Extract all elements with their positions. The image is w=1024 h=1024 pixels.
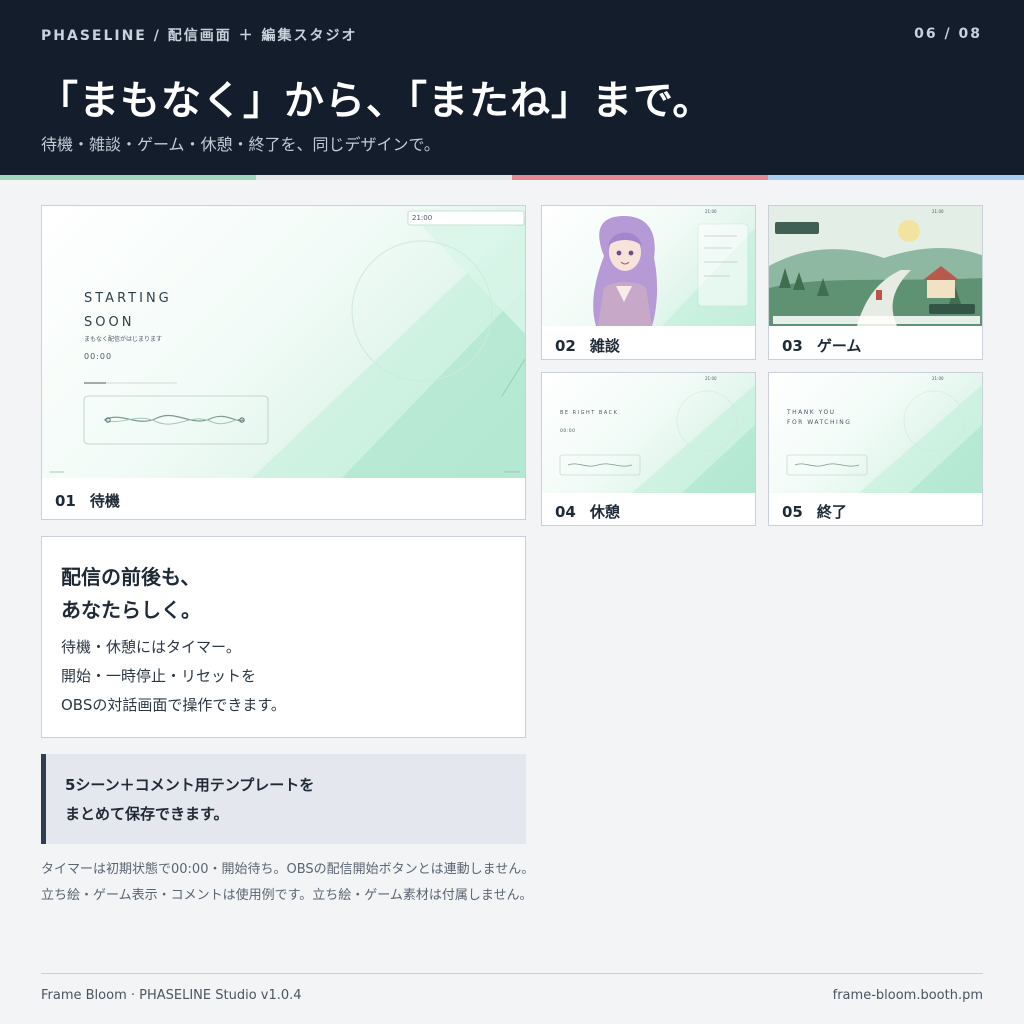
disclaimer-line2: 立ち絵・ゲーム表示・コメントは使用例です。立ち絵・ゲーム素材は付属しません。 [41, 888, 533, 903]
scene-preview-game: 21:00 [769, 206, 982, 326]
break-title: BE RIGHT BACK [560, 410, 619, 416]
game-clock: 21:00 [932, 209, 944, 214]
feature-title-line2: あなたらしく。 [61, 598, 201, 622]
stripe-segment-green [0, 175, 256, 180]
scene-card-standby[interactable]: 21:00 STARTING SOON まもなく配信がはじまります 00:00 … [41, 205, 526, 520]
scene-label: ゲーム [816, 337, 862, 355]
break-timer: 00:00 [560, 429, 576, 434]
ending-decoration [786, 384, 982, 493]
chat-illustration [593, 216, 755, 326]
scene-card-ending[interactable]: 21:00 THANK YOU FOR WATCHING 05 終了 [768, 372, 983, 526]
scene-caption-chat: 02 雑談 [555, 335, 620, 356]
scene-caption-break: 04 休憩 [555, 501, 620, 522]
header-banner: PHASELINE / 配信画面 ＋ 編集スタジオ 06 / 08 「まもなく」… [0, 0, 1024, 175]
feature-line2: 開始・一時停止・リセットを [61, 667, 257, 685]
scene-card-game[interactable]: 21:00 03 ゲーム [768, 205, 983, 360]
scene-preview-chat: 21:00 [542, 206, 755, 326]
feature-card: 配信の前後も、 あなたらしく。 待機・休憩にはタイマー。 開始・一時停止・リセッ… [41, 536, 526, 738]
accent-stripe [0, 175, 1024, 180]
breadcrumb: PHASELINE / 配信画面 ＋ 編集スタジオ [41, 28, 358, 44]
scene-number: 01 [55, 492, 76, 510]
ending-title-line1: THANK YOU [787, 409, 836, 416]
footer-product: Frame Bloom · PHASELINE Studio v1.0.4 [41, 988, 302, 1003]
stripe-segment-gray [256, 175, 512, 180]
feature-line1: 待機・休憩にはタイマー。 [61, 638, 241, 656]
callout-line2: まとめて保存できます。 [65, 805, 229, 823]
ending-title-line2: FOR WATCHING [787, 419, 852, 426]
stripe-segment-blue [768, 175, 1024, 180]
callout-line1: 5シーン＋コメント用テンプレートを [65, 776, 315, 794]
ending-clock: 21:00 [932, 376, 944, 381]
scene-card-chat[interactable]: 21:00 02 雑談 [541, 205, 756, 360]
page-counter: 06 / 08 [914, 26, 982, 42]
standby-message: まもなく配信がはじまります [84, 336, 163, 343]
break-clock: 21:00 [705, 376, 717, 381]
feature-line3: OBSの対話画面で操作できます。 [61, 696, 286, 714]
footer-store-link[interactable]: frame-bloom.booth.pm [833, 988, 983, 1003]
scene-caption-standby: 01 待機 [55, 490, 120, 511]
scene-card-break[interactable]: 21:00 BE RIGHT BACK 00:00 04 休憩 [541, 372, 756, 526]
standby-clock: 21:00 [412, 214, 433, 222]
scene-preview-ending: 21:00 THANK YOU FOR WATCHING [769, 373, 982, 493]
scene-number: 03 [782, 337, 803, 355]
scene-label: 待機 [89, 492, 120, 510]
scene-number: 04 [555, 503, 576, 521]
footer-divider [41, 973, 983, 974]
scene-caption-ending: 05 終了 [782, 501, 847, 522]
template-callout: 5シーン＋コメント用テンプレートを まとめて保存できます。 [41, 754, 526, 844]
scene-label: 休憩 [589, 503, 620, 521]
stripe-segment-pink [512, 175, 768, 180]
feature-title: 配信の前後も、 あなたらしく。 [61, 561, 201, 627]
scene-caption-game: 03 ゲーム [782, 335, 861, 356]
standby-title-line1: STARTING [84, 291, 172, 306]
scene-label: 終了 [816, 503, 847, 521]
feature-description: 待機・休憩にはタイマー。 開始・一時停止・リセットを OBSの対話画面で操作でき… [61, 633, 286, 720]
disclaimer-line1: タイマーは初期状態で00:00・開始待ち。OBSの配信開始ボタンとは連動しません… [41, 862, 535, 877]
chat-clock: 21:00 [705, 209, 717, 214]
standby-title-line2: SOON [84, 315, 135, 330]
scene-number: 05 [782, 503, 803, 521]
scene-label: 雑談 [589, 337, 620, 355]
scene-number: 02 [555, 337, 576, 355]
standby-timer: 00:00 [84, 352, 113, 361]
callout-text: 5シーン＋コメント用テンプレートを まとめて保存できます。 [65, 771, 314, 829]
game-landscape [769, 206, 982, 326]
page-subtitle: 待機・雑談・ゲーム・休憩・終了を、同じデザインで。 [41, 135, 440, 154]
page-title: 「まもなく」から、「またね」まで。 [38, 78, 714, 124]
disclaimer: タイマーは初期状態で00:00・開始待ち。OBSの配信開始ボタンとは連動しません… [41, 857, 534, 909]
scene-preview-break: 21:00 BE RIGHT BACK 00:00 [542, 373, 755, 493]
scene-preview-standby: 21:00 STARTING SOON まもなく配信がはじまります 00:00 [42, 206, 525, 478]
feature-title-line1: 配信の前後も、 [61, 565, 201, 589]
